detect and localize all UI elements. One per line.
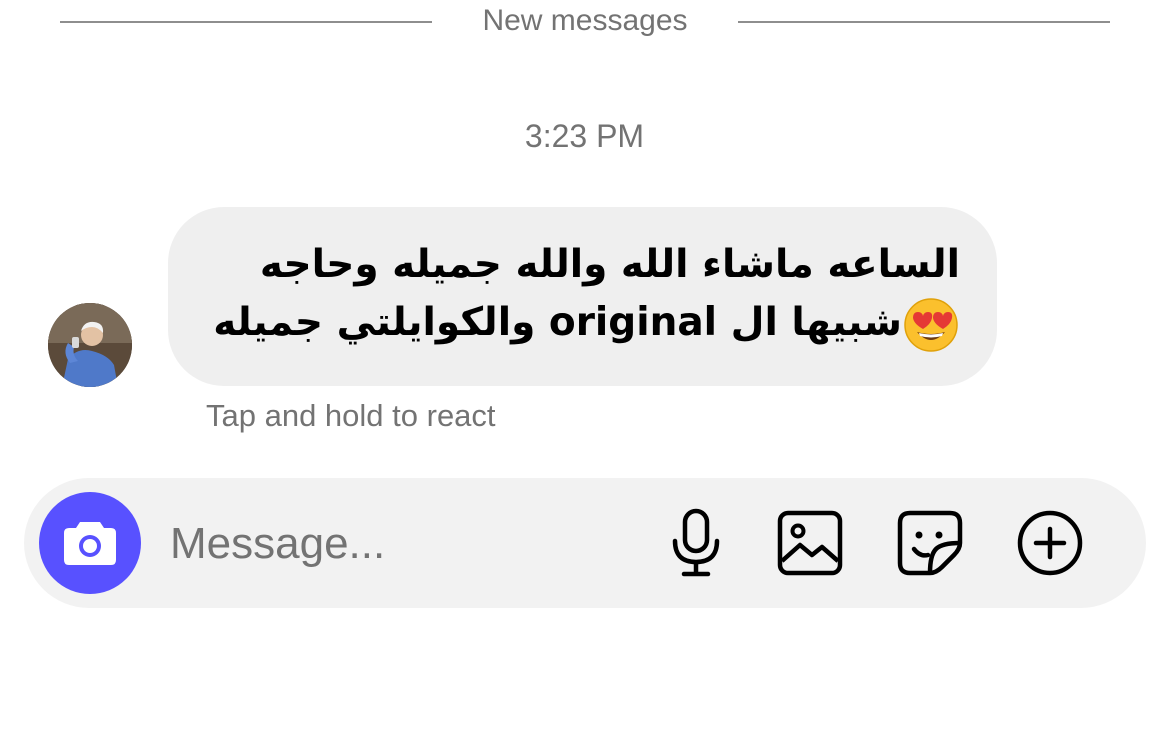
- message-text[interactable]: الساعه ماشاء الله والله جميله وحاجه شبيه…: [202, 236, 960, 354]
- more-options-button[interactable]: [1013, 506, 1087, 580]
- avatar-photo: [48, 303, 132, 387]
- react-hint: Tap and hold to react: [206, 398, 496, 433]
- camera-button[interactable]: [39, 492, 141, 594]
- new-messages-divider: New messages: [0, 0, 1169, 44]
- gallery-button[interactable]: [773, 506, 847, 580]
- sticker-icon: [897, 510, 963, 576]
- avatar[interactable]: [48, 303, 132, 387]
- message-timestamp: 3:23 PM: [524, 118, 645, 154]
- message-line-1: الساعه ماشاء الله والله جميله وحاجه: [259, 242, 960, 287]
- divider-line-right: [738, 21, 1110, 23]
- message-line-2-wrap: شبيها ال original والكوايلتي جميله: [202, 294, 960, 354]
- gallery-icon: [777, 510, 843, 576]
- heart-eyes-emoji-icon: [902, 296, 960, 354]
- plus-icon: [1017, 510, 1083, 576]
- message-line-2: شبيها ال original والكوايلتي جميله: [213, 300, 902, 345]
- divider-line-left: [60, 21, 432, 23]
- microphone-button[interactable]: [659, 506, 733, 580]
- new-messages-label: New messages: [482, 4, 688, 37]
- dm-thread: New messages 3:23 PM الساعه ماشاء الله و…: [0, 0, 1169, 734]
- microphone-icon: [672, 508, 720, 577]
- camera-icon: [64, 522, 116, 565]
- message-input[interactable]: [170, 517, 630, 571]
- sticker-button[interactable]: [893, 506, 967, 580]
